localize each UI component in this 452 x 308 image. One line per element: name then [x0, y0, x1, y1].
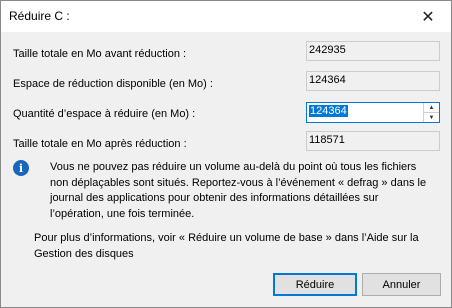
- total-before-label: Taille totale en Mo avant réduction :: [13, 48, 187, 60]
- shrink-amount-input[interactable]: 124364: [309, 105, 348, 117]
- chevron-down-icon: ▼: [428, 114, 435, 121]
- window-title: Réduire C :: [9, 9, 70, 23]
- shrink-volume-dialog: Réduire C : ✕ Taille totale en Mo avant …: [0, 0, 452, 308]
- shrink-amount-stepper[interactable]: 124364 ▲ ▼: [306, 102, 440, 123]
- cancel-button[interactable]: Annuler: [362, 273, 441, 296]
- reduce-button[interactable]: Réduire: [273, 273, 357, 296]
- stepper-arrows: ▲ ▼: [423, 103, 439, 122]
- total-after-value: 118571: [306, 131, 440, 151]
- shrink-amount-label: Quantité d’espace à réduire (en Mo) :: [13, 108, 196, 120]
- info-icon: i: [13, 160, 29, 176]
- stepper-down-button[interactable]: ▼: [424, 113, 439, 122]
- available-label: Espace de réduction disponible (en Mo) :: [13, 78, 213, 90]
- help-reference-text: Pour plus d’informations, voir « Réduire…: [34, 232, 419, 260]
- close-icon: ✕: [421, 8, 435, 26]
- stepper-up-button[interactable]: ▲: [424, 103, 439, 113]
- chevron-up-icon: ▲: [428, 104, 435, 111]
- available-value: 124364: [306, 71, 440, 91]
- close-button[interactable]: ✕: [405, 1, 451, 32]
- title-bar: Réduire C : ✕: [1, 1, 451, 32]
- total-after-label: Taille totale en Mo après réduction :: [13, 138, 187, 150]
- info-message: Vous ne pouvez pas réduire un volume au-…: [50, 161, 427, 220]
- total-before-value: 242935: [306, 41, 440, 61]
